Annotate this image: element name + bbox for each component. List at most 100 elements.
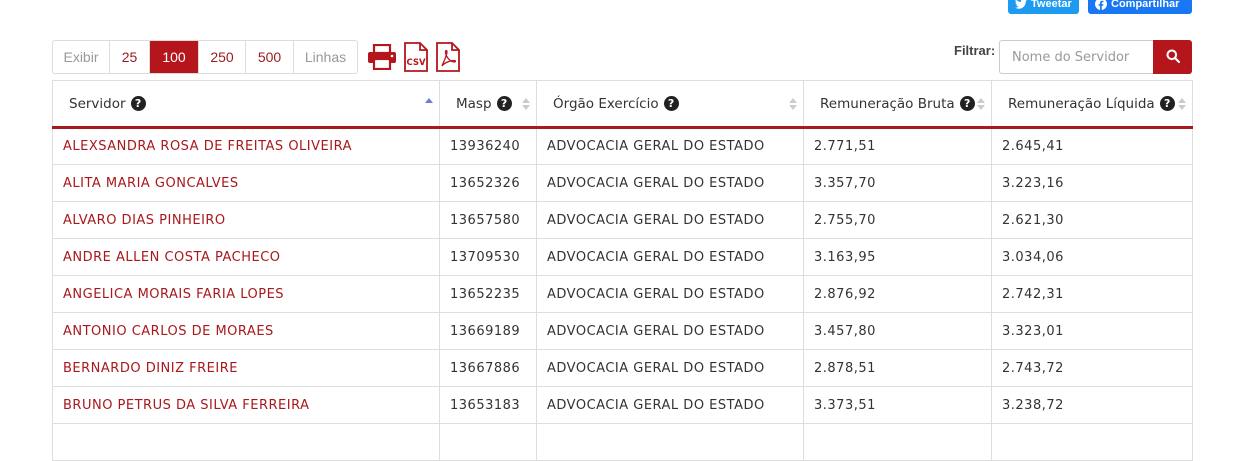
- twitter-bird-icon: [1015, 0, 1027, 9]
- server-name-link[interactable]: BERNARDO DINIZ FREIRE: [52, 349, 440, 387]
- masp-cell: 13709530: [439, 238, 537, 276]
- tweet-button[interactable]: Tweetar: [1008, 0, 1079, 14]
- server-name-link[interactable]: ANDRE ALLEN COSTA PACHECO: [52, 238, 440, 276]
- net-pay-cell: 3.223,16: [991, 164, 1193, 202]
- table-controls: Exibir 25 100 250 500 Linhas CSV: [52, 40, 461, 74]
- masp-cell: 13936240: [439, 127, 537, 165]
- orgao-cell: ADVOCACIA GERAL DO ESTADO: [536, 127, 804, 165]
- help-icon[interactable]: ?: [663, 96, 679, 111]
- orgao-cell: [536, 423, 804, 461]
- server-name-search-input[interactable]: [999, 40, 1153, 74]
- server-name-link[interactable]: ANGELICA MORAIS FARIA LOPES: [52, 275, 440, 313]
- column-header-label: Remuneração Líquida: [1008, 95, 1155, 112]
- facebook-share-button[interactable]: Compartilhar: [1088, 0, 1192, 14]
- net-pay-cell: 2.742,31: [991, 275, 1193, 313]
- sort-icon: [789, 97, 797, 110]
- column-header-remuneracao-bruta[interactable]: Remuneração Bruta ?: [803, 80, 992, 129]
- column-header-masp[interactable]: Masp ?: [439, 80, 537, 129]
- sort-icon: [977, 97, 985, 110]
- export-toolbar: CSV: [367, 42, 461, 72]
- table-row: ALVARO DIAS PINHEIRO 13657580 ADVOCACIA …: [52, 201, 1193, 239]
- table-row: ANTONIO CARLOS DE MORAES 13669189 ADVOCA…: [52, 312, 1193, 350]
- masp-cell: 13657580: [439, 201, 537, 239]
- orgao-cell: ADVOCACIA GERAL DO ESTADO: [536, 201, 804, 239]
- gross-pay-cell: 2.878,51: [803, 349, 992, 387]
- server-name-link[interactable]: [52, 423, 440, 461]
- orgao-cell: ADVOCACIA GERAL DO ESTADO: [536, 386, 804, 424]
- gross-pay-cell: 3.457,80: [803, 312, 992, 350]
- share-label: Compartilhar: [1111, 0, 1180, 10]
- facebook-icon: [1095, 0, 1107, 10]
- column-header-orgao[interactable]: Órgão Exercício ?: [536, 80, 804, 129]
- net-pay-cell: 3.238,72: [991, 386, 1193, 424]
- table-row: BRUNO PETRUS DA SILVA FERREIRA 13653183 …: [52, 386, 1193, 424]
- net-pay-cell: 2.645,41: [991, 127, 1193, 165]
- net-pay-cell: 3.034,06: [991, 238, 1193, 276]
- servers-table-container: Servidor ? Masp ? Órgão Exercício ? Remu…: [52, 80, 1193, 461]
- gross-pay-cell: 2.876,92: [803, 275, 992, 313]
- lines-label: Linhas: [304, 49, 347, 65]
- orgao-cell: ADVOCACIA GERAL DO ESTADO: [536, 164, 804, 202]
- masp-cell: [439, 423, 537, 461]
- column-header-label: Masp: [456, 95, 492, 112]
- server-name-link[interactable]: ALEXSANDRA ROSA DE FREITAS OLIVEIRA: [52, 127, 440, 165]
- orgao-cell: ADVOCACIA GERAL DO ESTADO: [536, 238, 804, 276]
- page-size-500[interactable]: 500: [246, 41, 294, 73]
- page-size-250[interactable]: 250: [199, 41, 246, 73]
- net-pay-cell: [991, 423, 1193, 461]
- search-button[interactable]: [1153, 40, 1192, 74]
- page-size-100[interactable]: 100: [150, 41, 199, 73]
- orgao-cell: ADVOCACIA GERAL DO ESTADO: [536, 349, 804, 387]
- net-pay-cell: 2.621,30: [991, 201, 1193, 239]
- sort-ascending-icon: [425, 97, 433, 110]
- gross-pay-cell: 3.373,51: [803, 386, 992, 424]
- show-label: Exibir: [53, 41, 110, 73]
- table-row: ALEXSANDRA ROSA DE FREITAS OLIVEIRA 1393…: [52, 127, 1193, 165]
- csv-text: CSV: [407, 58, 427, 68]
- filter-group: [999, 40, 1192, 74]
- column-header-servidor[interactable]: Servidor ?: [52, 80, 440, 129]
- masp-cell: 13653183: [439, 386, 537, 424]
- server-name-link[interactable]: ANTONIO CARLOS DE MORAES: [52, 312, 440, 350]
- masp-cell: 13669189: [439, 312, 537, 350]
- help-icon[interactable]: ?: [496, 96, 512, 111]
- search-icon: [1166, 48, 1180, 67]
- gross-pay-cell: 3.357,70: [803, 164, 992, 202]
- server-name-link[interactable]: BRUNO PETRUS DA SILVA FERREIRA: [52, 386, 440, 424]
- masp-cell: 13652326: [439, 164, 537, 202]
- sort-icon: [1178, 97, 1186, 110]
- table-header-row: Servidor ? Masp ? Órgão Exercício ? Remu…: [52, 80, 1193, 129]
- gross-pay-cell: [803, 423, 992, 461]
- page-size-25[interactable]: 25: [110, 41, 150, 73]
- server-name-link[interactable]: ALVARO DIAS PINHEIRO: [52, 201, 440, 239]
- net-pay-cell: 2.743,72: [991, 349, 1193, 387]
- gross-pay-cell: 2.755,70: [803, 201, 992, 239]
- table-row: BERNARDO DINIZ FREIRE 13667886 ADVOCACIA…: [52, 349, 1193, 387]
- page-size-selector: Exibir 25 100 250 500 Linhas: [52, 40, 358, 74]
- column-header-label: Remuneração Bruta: [820, 95, 955, 112]
- gross-pay-cell: 2.771,51: [803, 127, 992, 165]
- pdf-file-icon[interactable]: [435, 42, 461, 72]
- filter-label: Filtrar:: [954, 43, 996, 58]
- tweet-label: Tweetar: [1031, 0, 1072, 10]
- orgao-cell: ADVOCACIA GERAL DO ESTADO: [536, 275, 804, 313]
- column-header-label: Servidor: [69, 95, 126, 112]
- csv-file-icon[interactable]: CSV: [403, 42, 429, 72]
- masp-cell: 13667886: [439, 349, 537, 387]
- help-icon[interactable]: ?: [959, 96, 975, 111]
- orgao-cell: ADVOCACIA GERAL DO ESTADO: [536, 312, 804, 350]
- server-name-link[interactable]: ALITA MARIA GONCALVES: [52, 164, 440, 202]
- table-row: ALITA MARIA GONCALVES 13652326 ADVOCACIA…: [52, 164, 1193, 202]
- sort-icon: [522, 97, 530, 110]
- column-header-label: Órgão Exercício: [553, 95, 659, 112]
- social-share-bar: Tweetar Compartilhar: [1008, 0, 1192, 14]
- column-header-remuneracao-liquida[interactable]: Remuneração Líquida ?: [991, 80, 1193, 129]
- table-row: ANDRE ALLEN COSTA PACHECO 13709530 ADVOC…: [52, 238, 1193, 276]
- servers-table: Servidor ? Masp ? Órgão Exercício ? Remu…: [52, 80, 1193, 461]
- table-row: [52, 423, 1193, 461]
- table-row: ANGELICA MORAIS FARIA LOPES 13652235 ADV…: [52, 275, 1193, 313]
- gross-pay-cell: 3.163,95: [803, 238, 992, 276]
- help-icon[interactable]: ?: [130, 96, 146, 111]
- printer-icon[interactable]: [367, 44, 397, 70]
- help-icon[interactable]: ?: [1159, 96, 1175, 111]
